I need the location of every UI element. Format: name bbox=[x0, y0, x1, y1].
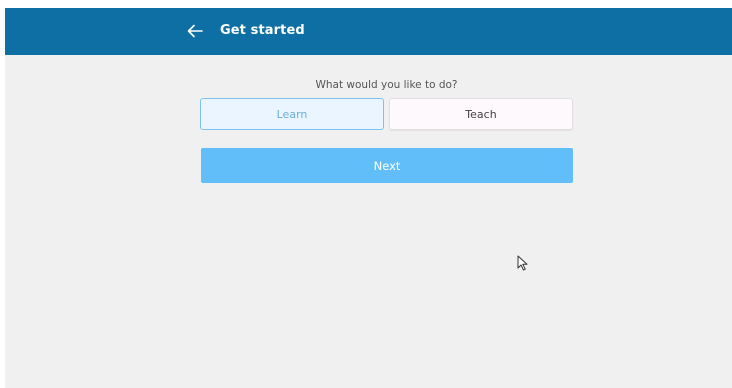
learn-option-button[interactable]: Learn bbox=[200, 98, 384, 130]
app-bar: Get started bbox=[5, 8, 732, 55]
next-button-label: Next bbox=[373, 158, 401, 173]
teach-option-button[interactable]: Teach bbox=[389, 98, 573, 130]
arrow-left-icon bbox=[187, 24, 203, 38]
question-prompt: What would you like to do? bbox=[315, 79, 458, 91]
mouse-cursor-icon bbox=[517, 255, 529, 271]
app-window: Get started What would you like to do? L… bbox=[5, 8, 732, 388]
teach-option-label: Teach bbox=[465, 107, 497, 121]
back-button[interactable] bbox=[184, 20, 206, 42]
page-title: Get started bbox=[220, 23, 305, 38]
learn-option-label: Learn bbox=[276, 107, 308, 121]
next-button[interactable]: Next bbox=[201, 148, 573, 183]
